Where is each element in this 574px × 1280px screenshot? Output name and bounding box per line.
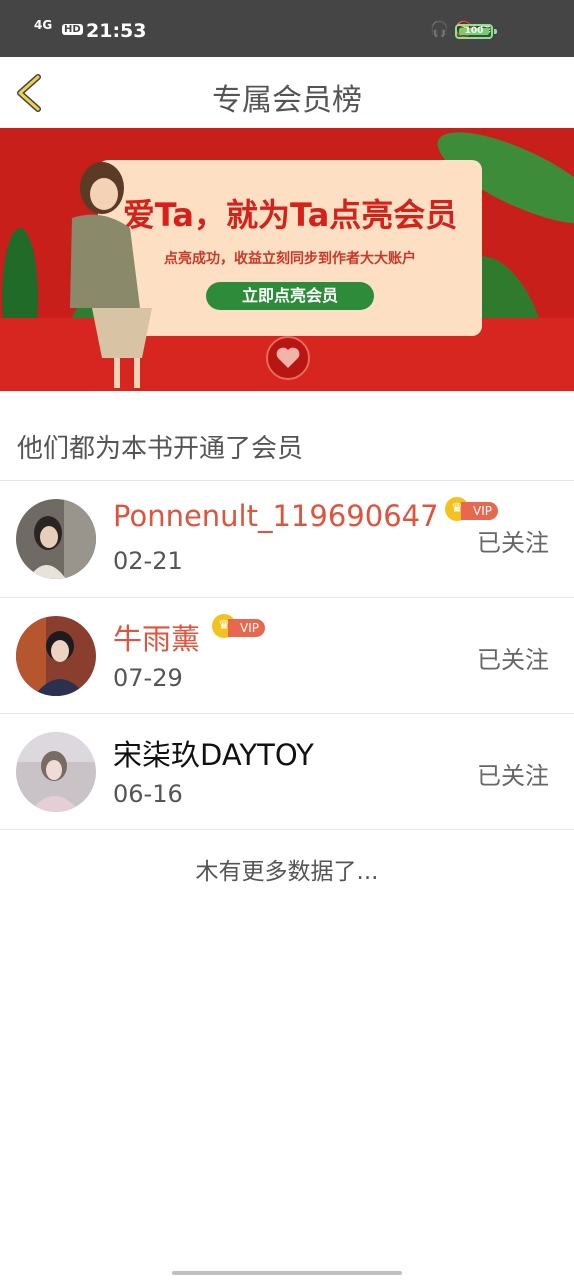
member-name: 宋柒玖DAYTOY: [113, 738, 314, 772]
member-date: 02-21: [113, 547, 183, 575]
member-row[interactable]: 宋柒玖DAYTOY 06-16 已关注: [0, 714, 574, 830]
follow-status-button[interactable]: 已关注: [477, 640, 549, 675]
follow-status-button[interactable]: 已关注: [477, 756, 549, 791]
hd-badge: HD: [62, 24, 83, 35]
network-indicator: 4G: [34, 18, 53, 32]
top-nav-bar: 专属会员榜: [0, 57, 574, 128]
avatar[interactable]: [16, 732, 96, 812]
headphones-icon: 🎧: [430, 20, 455, 38]
member-name: 牛雨薰: [113, 622, 201, 656]
girl-illustration: [70, 162, 152, 388]
page-title: 专属会员榜: [212, 83, 362, 118]
battery-icon: 100: [455, 24, 497, 39]
avatar[interactable]: [16, 616, 96, 696]
status-time: 21:53: [86, 20, 147, 42]
heart-seal-icon: [266, 336, 310, 380]
divider: [0, 829, 574, 830]
avatar[interactable]: [16, 499, 96, 579]
follow-status-button[interactable]: 已关注: [477, 523, 549, 558]
member-row[interactable]: 牛雨薰 ♛ VIP 07-29 已关注: [0, 598, 574, 714]
light-up-vip-button[interactable]: 立即点亮会员: [206, 282, 374, 310]
vip-promo-banner[interactable]: 爱Ta，就为Ta点亮会员 点亮成功，收益立刻同步到作者大大账户 立即点亮会员: [0, 128, 574, 391]
member-name: Ponnenult_119690647: [113, 499, 439, 533]
section-title: 他们都为本书开通了会员: [17, 434, 304, 464]
status-bar: 4G HD 21:53 🎧🔕≋ 100: [0, 0, 574, 57]
member-date: 06-16: [113, 780, 183, 808]
member-row[interactable]: Ponnenult_119690647 ♛ VIP 02-21 已关注: [0, 481, 574, 597]
no-more-data-text: 木有更多数据了...: [195, 859, 379, 885]
member-date: 07-29: [113, 664, 183, 692]
home-indicator[interactable]: [172, 1271, 402, 1275]
